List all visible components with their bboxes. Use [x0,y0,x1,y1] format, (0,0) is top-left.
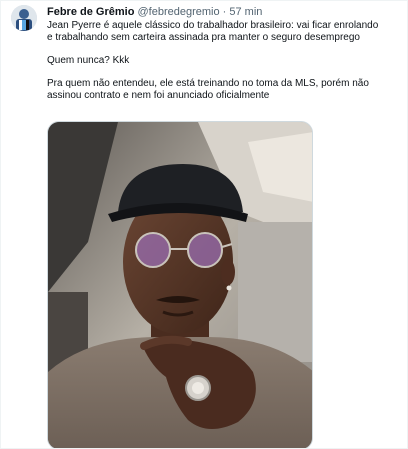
text-line: Jean Pyerre é aquele clássico do trabalh… [47,20,379,31]
tweet-header: Febre de Grêmio @febredegremio · 57 min [47,5,262,19]
paragraph-1: Jean Pyerre é aquele clássico do trabalh… [47,20,403,44]
selfie-photo-illustration [48,122,312,448]
author-name[interactable]: Febre de Grêmio [47,6,134,18]
author-avatar[interactable] [11,5,37,31]
text-line: Pra quem não entendeu, ele está treinand… [47,78,369,89]
tweet-text: Jean Pyerre é aquele clássico do trabalh… [47,20,403,113]
paragraph-2: Quem nunca? Kkk [47,55,403,67]
text-line: Quem nunca? Kkk [47,55,130,66]
gremio-crest-icon [11,5,37,31]
tweet-media-photo[interactable] [47,121,313,448]
tweet-card[interactable]: Febre de Grêmio @febredegremio · 57 min … [0,0,408,449]
author-handle[interactable]: @febredegremio [137,6,219,18]
text-line: e trabalhando sem carteira assinada pra … [47,32,360,43]
text-line: assinou contrato e nem foi anunciado ofi… [47,90,270,101]
timestamp[interactable]: 57 min [229,6,262,18]
separator-dot: · [222,6,227,18]
paragraph-3: Pra quem não entendeu, ele está treinand… [47,78,403,102]
